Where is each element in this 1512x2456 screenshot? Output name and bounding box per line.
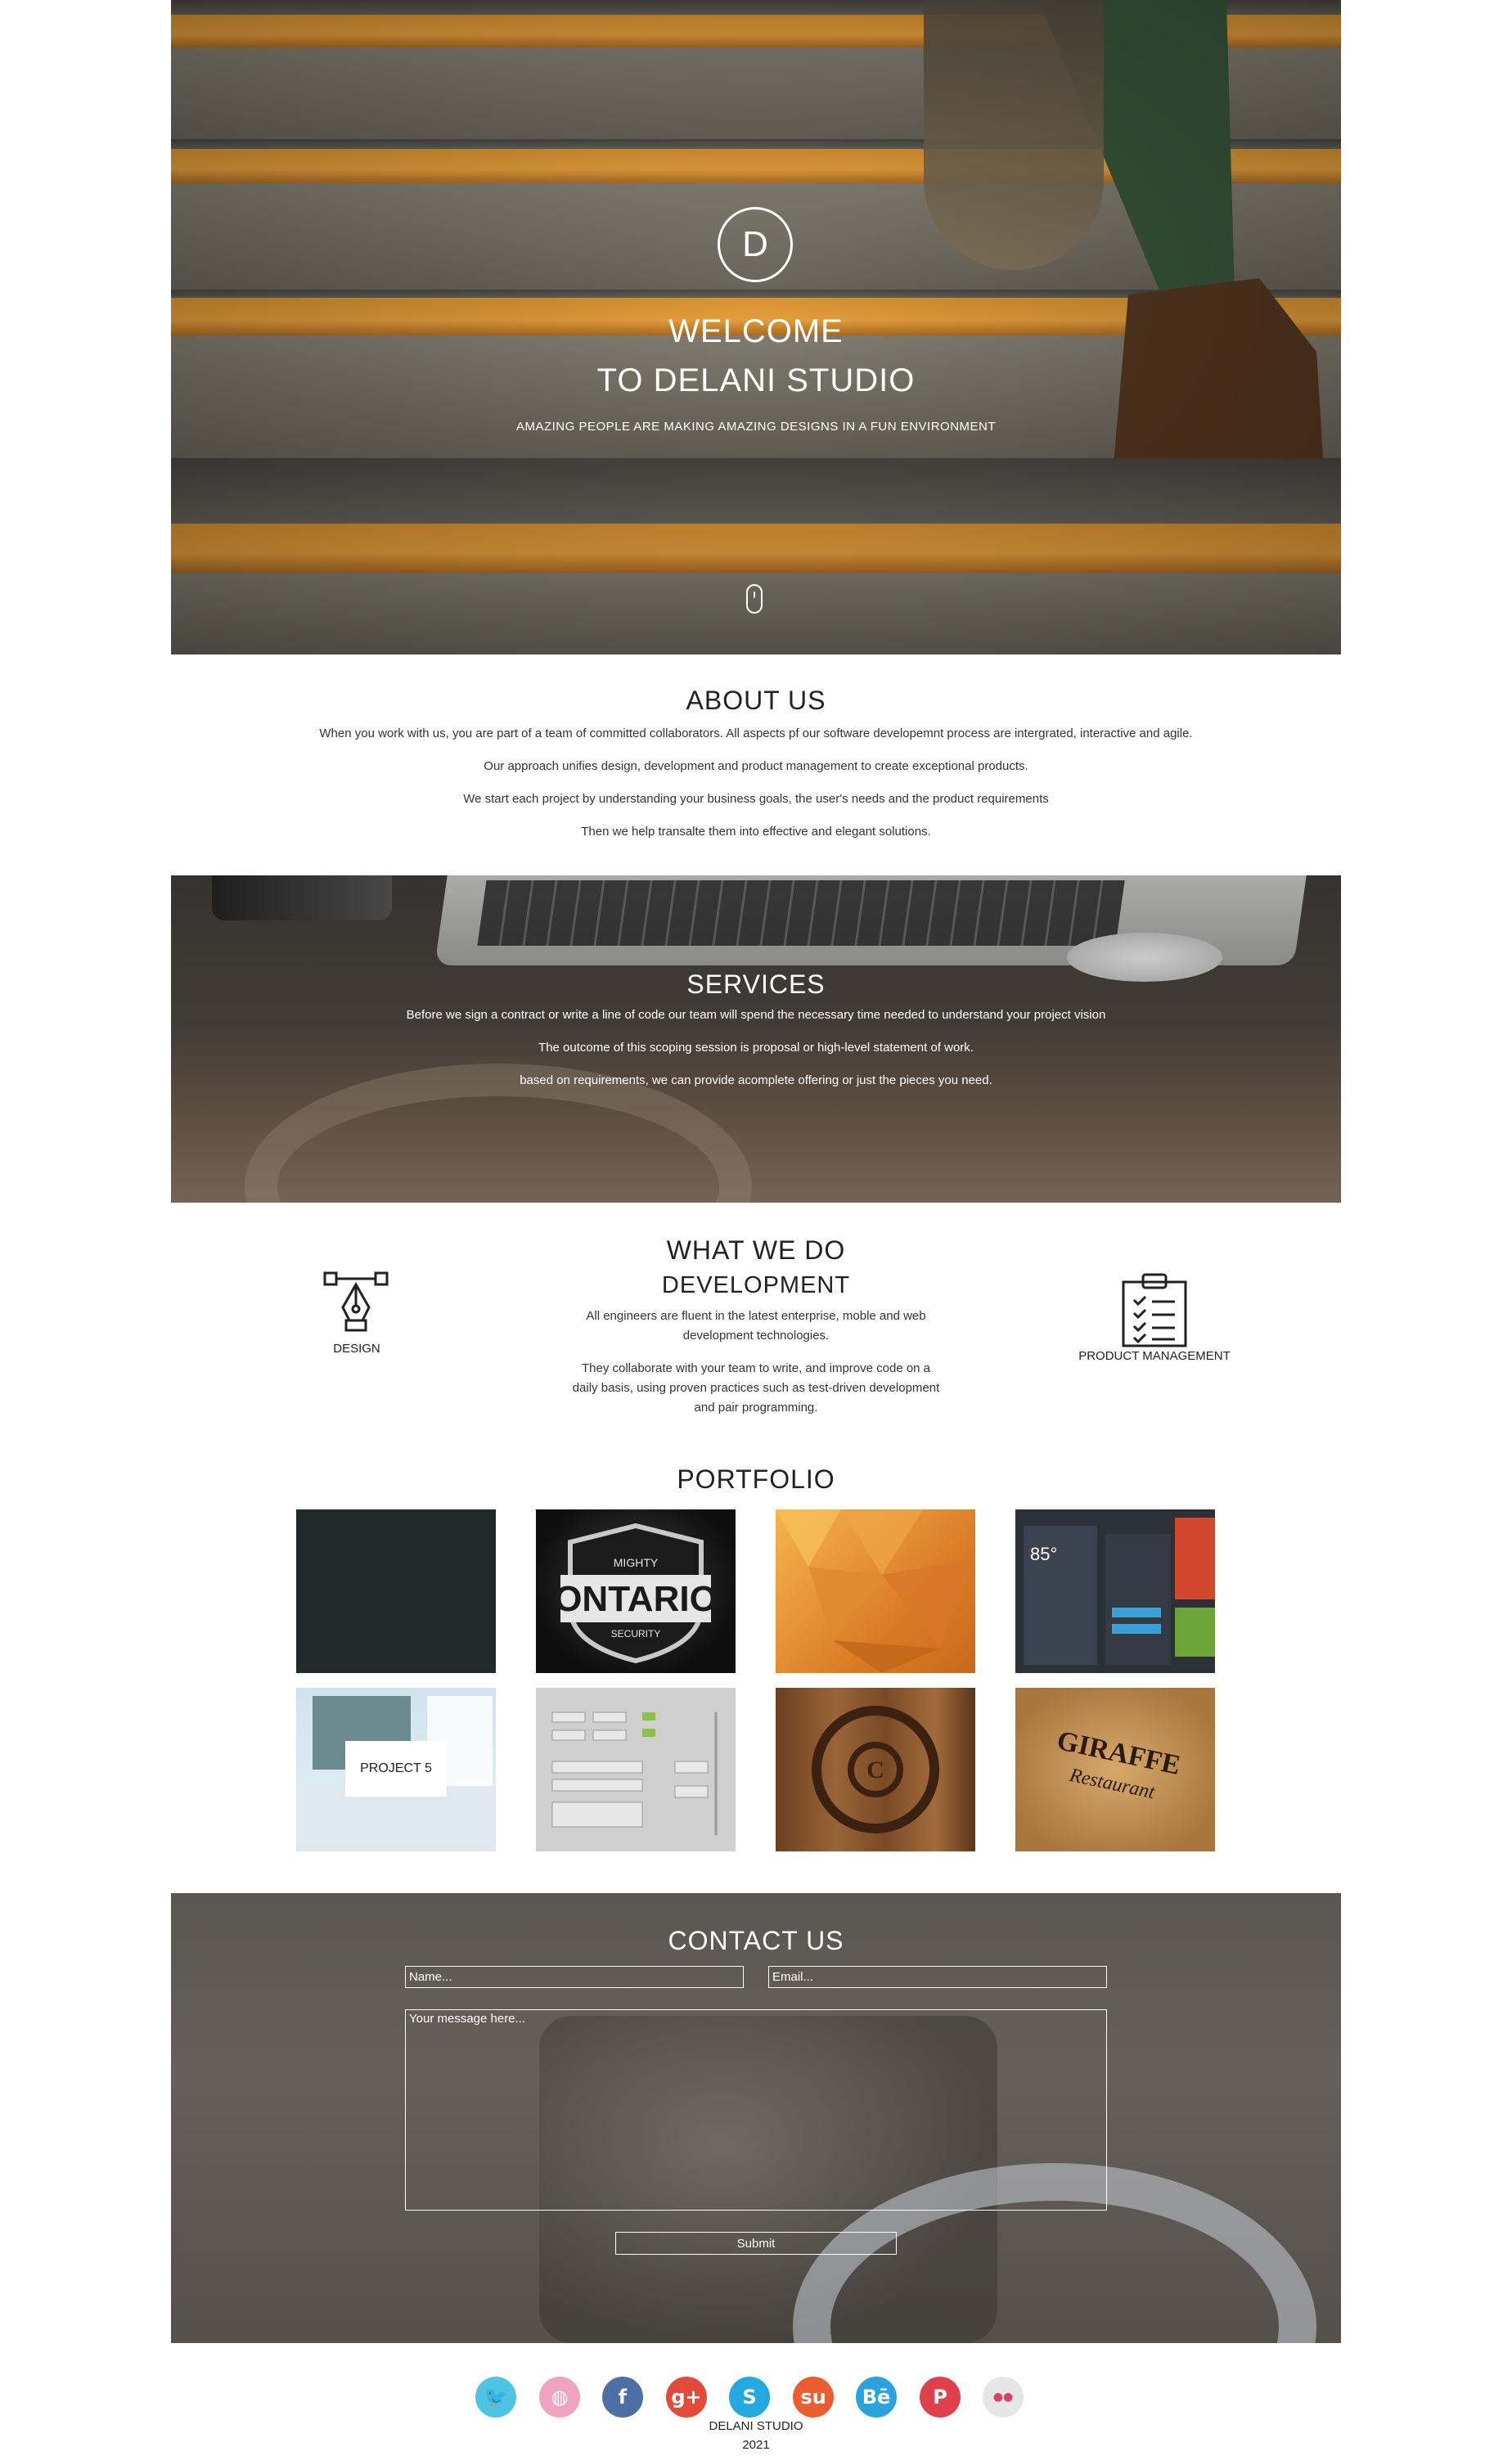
svg-text:MIGHTY: MIGHTY bbox=[614, 1556, 659, 1569]
portfolio-item[interactable]: ONTARIO MIGHTY SECURITY bbox=[536, 1509, 736, 1673]
contact-section: CONTACT US Submit bbox=[171, 1893, 1341, 2343]
services-paragraph: based on requirements, we can provide ac… bbox=[520, 1073, 992, 1087]
submit-button[interactable]: Submit bbox=[615, 2232, 897, 2255]
services-section: SERVICES Before we sign a contract or wr… bbox=[171, 875, 1341, 1203]
development-subtitle: DEVELOPMENT bbox=[661, 1272, 851, 1298]
svg-text:C: C bbox=[866, 1757, 884, 1784]
portfolio-item[interactable] bbox=[296, 1509, 496, 1673]
portfolio-item[interactable] bbox=[536, 1688, 736, 1851]
stumbleupon-icon[interactable]: su bbox=[793, 2377, 834, 2418]
svg-text:85°: 85° bbox=[1030, 1544, 1057, 1564]
design-label: DESIGN bbox=[333, 1342, 380, 1356]
studio-logo: D bbox=[718, 207, 793, 282]
footer-brand: DELANI STUDIO bbox=[709, 2419, 803, 2433]
dribbble-icon[interactable]: ◍ bbox=[539, 2377, 580, 2418]
about-title: ABOUT US bbox=[686, 686, 826, 715]
behance-icon[interactable]: Bē bbox=[856, 2377, 897, 2418]
ontario-badge-image: ONTARIO MIGHTY SECURITY bbox=[554, 1523, 718, 1664]
footer-year: 2021 bbox=[742, 2438, 770, 2452]
what-we-do-title: WHAT WE DO bbox=[666, 1235, 846, 1265]
svg-text:SECURITY: SECURITY bbox=[611, 1628, 661, 1640]
services-paragraph: Before we sign a contract or write a lin… bbox=[406, 1008, 1106, 1022]
flickr-icon[interactable]: ●● bbox=[983, 2377, 1024, 2418]
google-plus-icon[interactable]: g+ bbox=[666, 2377, 707, 2418]
hero-tagline: AMAZING PEOPLE ARE MAKING AMAZING DESIGN… bbox=[515, 420, 997, 434]
portfolio-item[interactable]: GIRAFFE Restaurant bbox=[1015, 1688, 1215, 1851]
mouse-scroll-icon[interactable] bbox=[746, 584, 763, 614]
portfolio-title: PORTFOLIO bbox=[677, 1464, 835, 1494]
svg-text:ONTARIO: ONTARIO bbox=[554, 1579, 718, 1619]
about-paragraph: Then we help transalte them into effecti… bbox=[581, 825, 931, 839]
skype-icon[interactable]: S bbox=[729, 2377, 770, 2418]
message-field[interactable] bbox=[405, 2009, 1107, 2211]
name-field[interactable] bbox=[405, 1966, 744, 1988]
services-title: SERVICES bbox=[686, 969, 826, 999]
about-paragraph: When you work with us, you are part of a… bbox=[319, 726, 1193, 740]
product-management-label: PRODUCT MANAGEMENT bbox=[1078, 1349, 1231, 1363]
about-paragraph: Our approach unifies design, development… bbox=[484, 759, 1028, 773]
services-paragraph: The outcome of this scoping session is p… bbox=[538, 1041, 974, 1055]
pinterest-icon[interactable]: P bbox=[920, 2377, 961, 2418]
hero-section: D WELCOME TO DELANI STUDIO AMAZING PEOPL… bbox=[171, 0, 1341, 654]
facebook-icon[interactable]: f bbox=[602, 2377, 643, 2418]
email-field[interactable] bbox=[768, 1966, 1107, 1988]
twitter-icon[interactable]: 🐦 bbox=[475, 2377, 516, 2418]
clipboard-checklist-icon bbox=[1122, 1273, 1187, 1347]
portfolio-item[interactable]: PROJECT 5 bbox=[296, 1688, 496, 1851]
portfolio-item[interactable] bbox=[776, 1509, 975, 1673]
contact-title: CONTACT US bbox=[668, 1926, 844, 1955]
portfolio-item[interactable]: C bbox=[776, 1688, 975, 1851]
project-5-label: PROJECT 5 bbox=[345, 1741, 447, 1797]
portfolio-item[interactable]: 85° bbox=[1015, 1509, 1215, 1673]
about-paragraph: We start each project by understanding y… bbox=[463, 792, 1049, 806]
hero-title-line1: WELCOME bbox=[668, 313, 844, 349]
development-paragraph: They collaborate with your team to write… bbox=[572, 1361, 940, 1415]
development-paragraph: All engineers are fluent in the latest e… bbox=[586, 1309, 926, 1343]
pen-tool-icon bbox=[323, 1271, 389, 1332]
hero-title-line2: TO DELANI STUDIO bbox=[596, 362, 916, 398]
